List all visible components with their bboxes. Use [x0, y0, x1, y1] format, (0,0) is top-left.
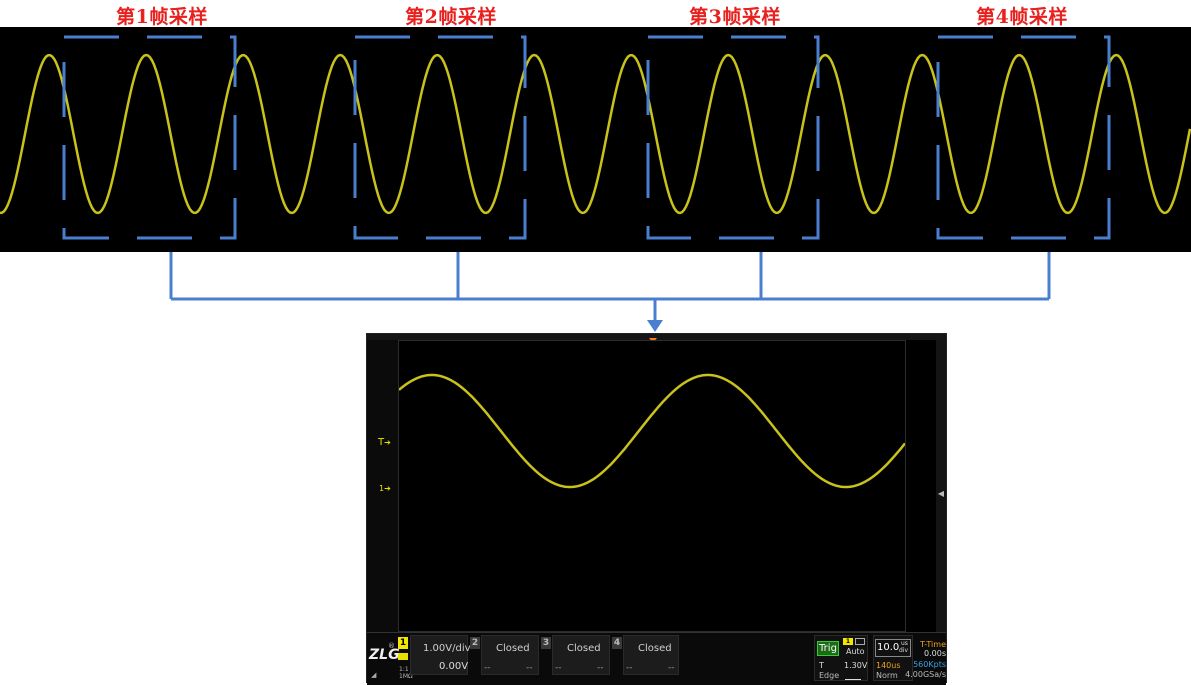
registered-mark-icon: ® [388, 642, 395, 650]
channel4-status: Closed [638, 643, 672, 654]
channel3-value-b: -- [597, 663, 604, 673]
timebase-value: 10.0 [877, 642, 900, 653]
waveform-display-area[interactable] [398, 340, 906, 632]
sample-rate: 4.00GSa/s [905, 670, 946, 679]
frame-4-label: 第4帧采样 [976, 6, 1068, 28]
channel1-scale: 1.00V/div [423, 643, 471, 654]
channel1-panel[interactable]: 1.00V/div 0.00V [410, 635, 471, 675]
probe-icon: ◢ [371, 671, 377, 679]
trigger-mode: Auto [846, 647, 865, 656]
scope-status-bar: ZLG ® ◢ 1 1:1 1MΩ 1.00V/div 0.00V 2 Clos… [367, 632, 946, 685]
oscilloscope-screen: T➔ 1➔ ◀ ZLG ® ◢ 1 1:1 1MΩ 1.00V/div 0.00… [366, 333, 947, 685]
time-offset: 0.00s [924, 649, 946, 658]
trigger-status-badge: Trig [817, 641, 839, 656]
rising-edge-icon [845, 674, 861, 680]
channel1-swatch-icon [398, 653, 408, 660]
channel2-value-a: -- [484, 663, 491, 673]
trigger-source-badge: 1 [843, 638, 853, 645]
channel3-panel[interactable]: Closed -- -- [552, 635, 610, 675]
channel2-num: 2 [471, 638, 479, 648]
channel1-sine-waveform [399, 373, 905, 489]
trigger-slope: Edge [819, 671, 840, 680]
trigger-level-marker[interactable]: T➔ [378, 437, 391, 448]
channel4-value-b: -- [668, 663, 675, 673]
trigger-label: Trig [819, 643, 837, 654]
channel4-panel[interactable]: Closed -- -- [623, 635, 679, 675]
channel4-badge[interactable]: 4 [612, 637, 622, 649]
timebase-unit-bottom: div [899, 647, 909, 654]
down-arrow-icon [647, 320, 663, 332]
trigger-source: 1 [845, 638, 851, 645]
channel2-panel[interactable]: Closed -- -- [481, 635, 539, 675]
channel1-badge[interactable]: 1 [398, 637, 408, 649]
channel1-num: 1 [399, 638, 407, 648]
channel1-offset-marker[interactable]: 1➔ [379, 484, 391, 493]
chevron-left-icon[interactable]: ◀ [938, 489, 944, 498]
arrow-right-icon: ➔ [384, 438, 391, 447]
memory-depth: 560Kpts [913, 660, 946, 669]
continuous-waveform-strip [0, 27, 1191, 252]
timebase-unit-top: us [901, 640, 908, 647]
channel3-badge[interactable]: 3 [541, 637, 551, 649]
channel1-coupling: 1:1 [399, 666, 409, 673]
trigger-coupling-icon [855, 638, 865, 645]
scope-right-margin: ◀ [936, 340, 946, 632]
channel3-status: Closed [567, 643, 601, 654]
channel2-badge[interactable]: 2 [470, 637, 480, 649]
scope-left-margin: T➔ 1➔ [367, 340, 398, 632]
channel2-value-b: -- [526, 663, 533, 673]
channel3-value-a: -- [555, 663, 562, 673]
frame-3-label: 第3帧采样 [689, 6, 781, 28]
channel1-offset: 0.00V [439, 661, 469, 672]
acquisition-mode: Norm [876, 671, 898, 680]
timebase-delay: 140us [876, 661, 901, 670]
timebase-box: 10.0 us div [875, 639, 911, 657]
trigger-panel[interactable]: Trig 1 Auto T 1.30V Edge [814, 635, 868, 681]
channel3-num: 3 [542, 638, 550, 648]
channel4-num: 4 [613, 638, 621, 648]
trigger-type: T [819, 661, 824, 670]
channel2-status: Closed [496, 643, 530, 654]
trigger-level: 1.30V [844, 661, 868, 670]
arrow-right-icon: ➔ [384, 484, 391, 493]
frame-1-label: 第1帧采样 [116, 6, 208, 28]
frame-2-label: 第2帧采样 [405, 6, 497, 28]
time-info-label: T-Time [920, 640, 946, 649]
channel4-value-a: -- [626, 663, 633, 673]
time-info-panel: T-Time 0.00s 560Kpts 4.00GSa/s [905, 635, 946, 681]
